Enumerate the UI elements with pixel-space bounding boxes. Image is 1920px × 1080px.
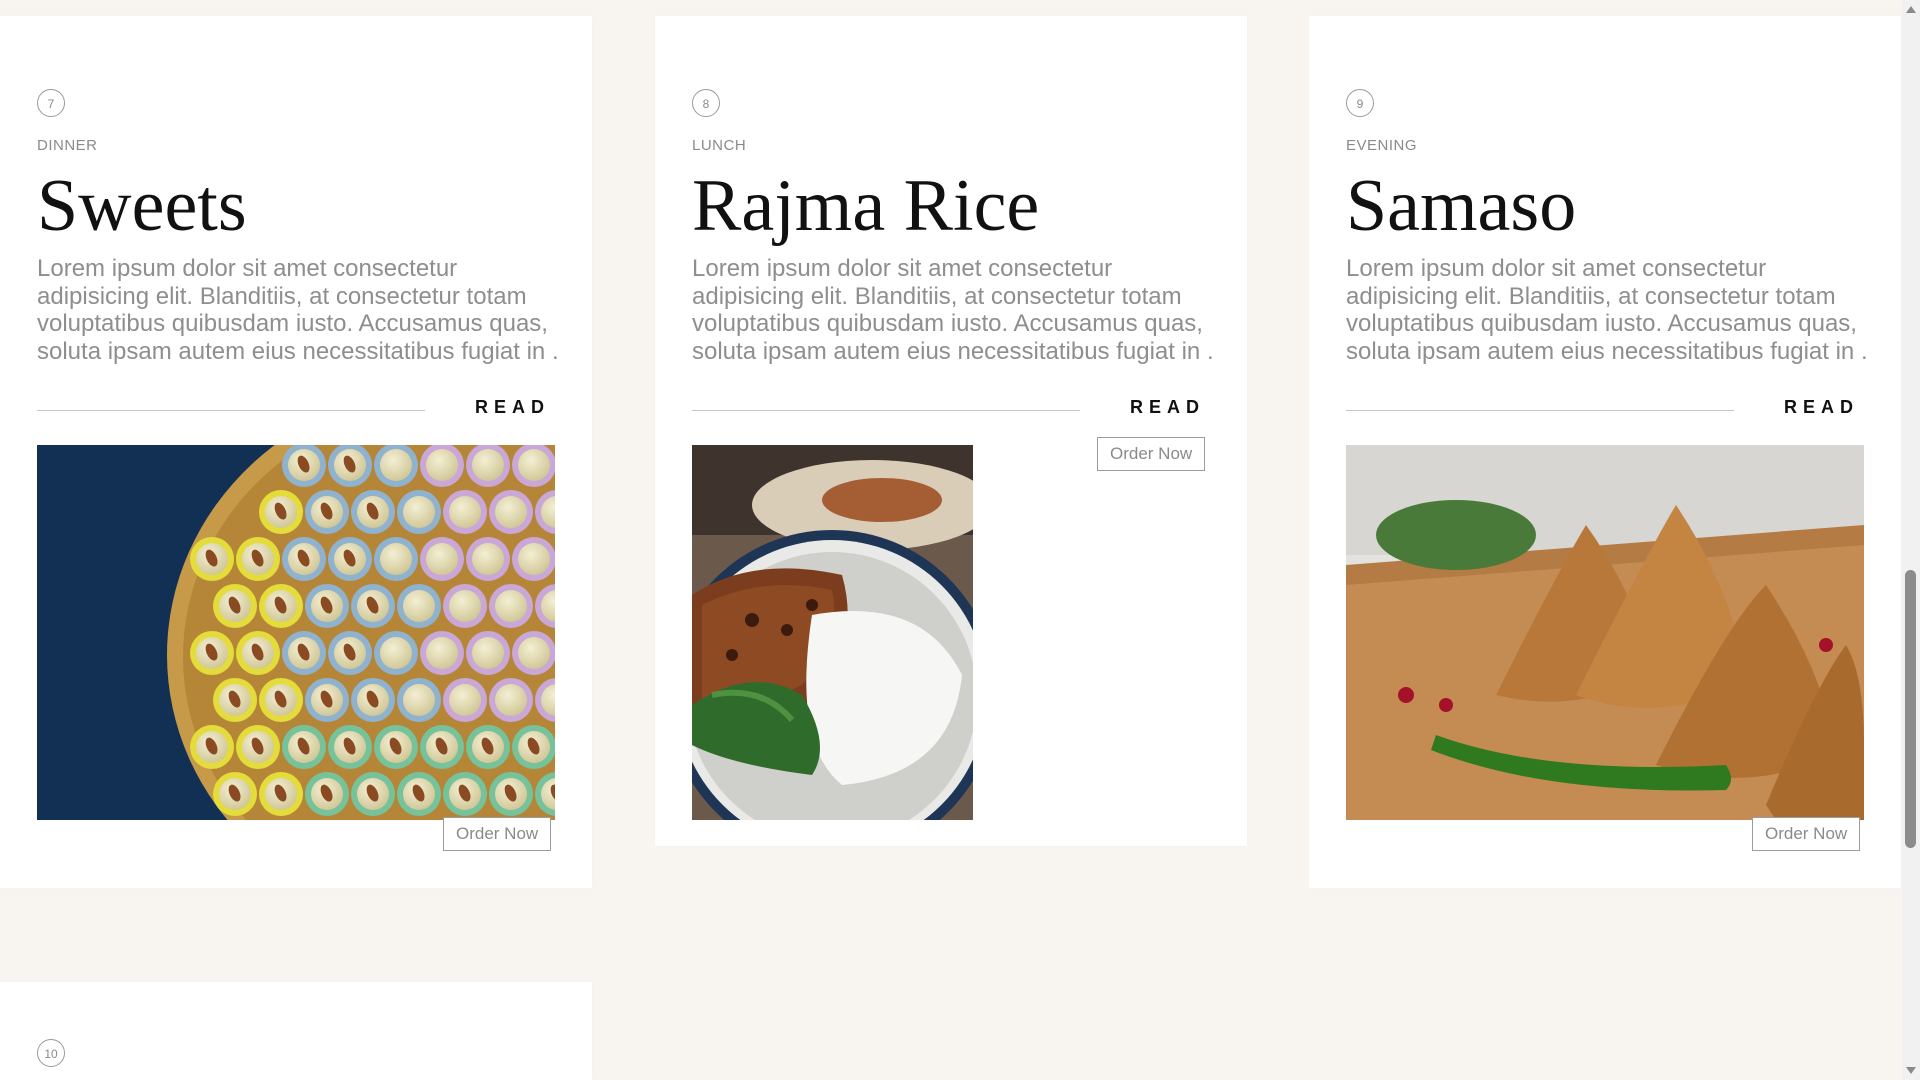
card-category: DINNER — [37, 137, 98, 154]
scrollbar-thumb[interactable] — [1905, 570, 1916, 848]
food-image-rajma-rice — [692, 445, 973, 820]
card-description: Lorem ipsum dolor sit amet consectetur a… — [37, 255, 559, 365]
card-title: Sweets — [37, 165, 247, 247]
card-divider — [692, 410, 1080, 411]
card-category: LUNCH — [692, 137, 747, 154]
vertical-scrollbar[interactable] — [1902, 0, 1920, 1080]
order-now-button[interactable]: Order Now — [1752, 817, 1861, 851]
menu-card-10: 10 — [0, 982, 592, 1080]
scroll-up-icon[interactable] — [1906, 6, 1916, 13]
card-description: Lorem ipsum dolor sit amet consectetur a… — [1346, 255, 1868, 365]
card-divider — [37, 410, 425, 411]
peda-sweets-illustration — [37, 445, 555, 820]
card-number-badge: 7 — [37, 89, 65, 117]
order-now-button[interactable]: Order Now — [443, 817, 552, 851]
samosa-illustration — [1346, 445, 1864, 820]
scroll-down-icon[interactable] — [1906, 1067, 1916, 1074]
order-now-button[interactable]: Order Now — [1097, 437, 1206, 471]
menu-card-sweets: 7 DINNER Sweets Lorem ipsum dolor sit am… — [0, 16, 592, 888]
menu-card-rajma-rice: 8 LUNCH Rajma Rice Lorem ipsum dolor sit… — [655, 16, 1247, 846]
card-divider — [1346, 410, 1734, 411]
card-title: Samaso — [1346, 165, 1577, 247]
food-image-sweets — [37, 445, 555, 820]
card-number-badge: 8 — [692, 89, 720, 117]
read-link[interactable]: READ — [475, 397, 550, 418]
read-link[interactable]: READ — [1130, 397, 1205, 418]
food-image-samaso — [1346, 445, 1864, 820]
card-number-badge: 9 — [1346, 89, 1374, 117]
card-number-badge: 10 — [37, 1039, 65, 1067]
menu-card-samaso: 9 EVENING Samaso Lorem ipsum dolor sit a… — [1309, 16, 1901, 888]
card-description: Lorem ipsum dolor sit amet consectetur a… — [692, 255, 1214, 365]
read-link[interactable]: READ — [1784, 397, 1859, 418]
card-title: Rajma Rice — [692, 165, 1040, 247]
rajma-rice-illustration — [692, 445, 973, 820]
card-category: EVENING — [1346, 137, 1418, 154]
